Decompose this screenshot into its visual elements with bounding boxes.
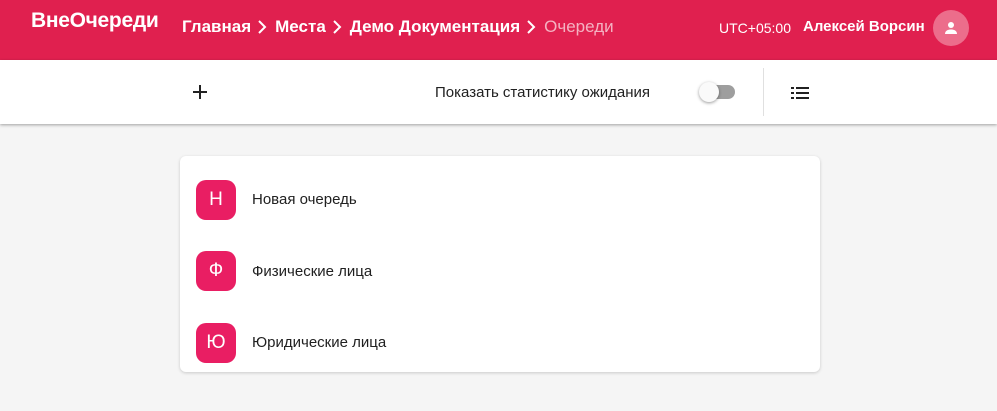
toolbar-divider (763, 68, 764, 116)
list-icon (791, 87, 809, 99)
breadcrumb-current: Очереди (544, 17, 614, 36)
user-name[interactable]: Алексей Ворсин (803, 18, 925, 35)
wait-stats-label: Показать статистику ожидания (435, 84, 651, 101)
breadcrumb-home[interactable]: Главная (182, 17, 251, 37)
queue-avatar: Ю (196, 322, 236, 363)
queue-name: Физические лица (252, 262, 373, 280)
add-queue-button[interactable] (188, 80, 212, 104)
account-icon (945, 22, 957, 34)
breadcrumb: Главная Места Демо Документация Очереди (182, 17, 614, 37)
plus-icon (193, 85, 207, 99)
app-logo[interactable]: ВнеОчереди (31, 9, 159, 33)
breadcrumb-place[interactable]: Демо Документация (350, 17, 520, 37)
queue-avatar: Ф (196, 251, 236, 292)
queue-item[interactable]: Ю Юридические лица (180, 307, 820, 379)
timezone-label: UTC+05:00 (719, 20, 791, 36)
chevron-right-icon (332, 20, 344, 34)
queue-item[interactable]: Н Новая очередь (180, 164, 820, 236)
app-header: ВнеОчереди Главная Места Демо Документац… (0, 0, 997, 60)
breadcrumb-places[interactable]: Места (275, 17, 326, 37)
queue-avatar: Н (196, 179, 236, 220)
queue-name: Юридические лица (252, 334, 387, 352)
list-view-button[interactable] (789, 82, 811, 104)
wait-stats-toggle[interactable] (699, 82, 737, 102)
user-avatar-button[interactable] (933, 10, 969, 46)
chevron-right-icon (526, 20, 538, 34)
chevron-right-icon (257, 20, 269, 34)
queue-list: Н Новая очередь Ф Физические лица Ю Юрид… (180, 156, 820, 372)
toggle-thumb (699, 82, 719, 102)
queue-name: Новая очередь (252, 191, 357, 209)
queue-item[interactable]: Ф Физические лица (180, 236, 820, 308)
toolbar: Показать статистику ожидания (0, 60, 997, 124)
